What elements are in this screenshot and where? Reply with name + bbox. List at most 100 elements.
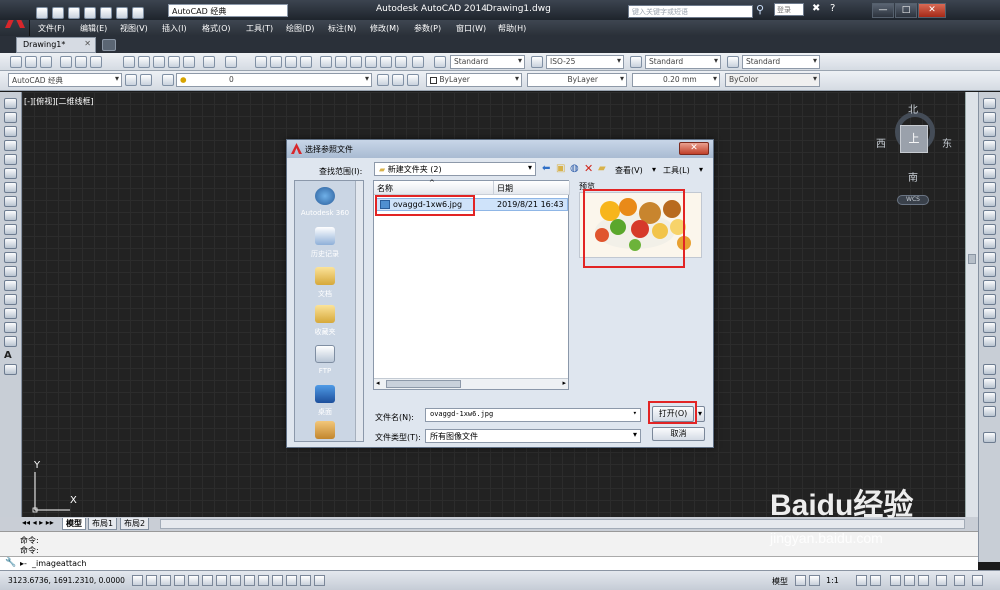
copy-object-icon[interactable]: [983, 112, 996, 123]
block-editor-icon[interactable]: [183, 56, 195, 68]
command-input[interactable]: _imageattach: [32, 559, 86, 568]
layer-properties-icon[interactable]: [140, 74, 152, 86]
close-button[interactable]: ✕: [918, 3, 946, 18]
infer-constraints-icon[interactable]: [132, 575, 143, 586]
coordinates-display[interactable]: 3123.6736, 1691.2310, 0.0000: [8, 576, 125, 585]
annotation-visibility-icon[interactable]: [856, 575, 867, 586]
redo-toolbar-icon[interactable]: [225, 56, 237, 68]
gradient-icon[interactable]: [4, 308, 17, 319]
lookin-select[interactable]: ▰ 新建文件夹 (2) ▾: [374, 162, 536, 176]
lineweight-select[interactable]: 0.20 mm: [632, 73, 720, 87]
minimize-button[interactable]: —: [872, 3, 894, 18]
workspace-select[interactable]: AutoCAD 经典: [8, 73, 122, 87]
plot-icon[interactable]: [60, 56, 72, 68]
tab-layout1[interactable]: 布局1: [88, 518, 118, 530]
new-folder-icon[interactable]: ▰: [598, 163, 606, 174]
plotstyle-select[interactable]: ByColor: [725, 73, 820, 87]
cancel-button[interactable]: 取消: [652, 427, 705, 441]
print-icon[interactable]: [100, 7, 112, 19]
compass-west[interactable]: 西: [876, 135, 886, 150]
dialog-title-bar[interactable]: 选择参照文件 ✕: [287, 140, 713, 158]
construction-line-icon[interactable]: [4, 112, 17, 123]
fillet-icon[interactable]: [983, 308, 996, 319]
ellipse-arc-icon[interactable]: [4, 238, 17, 249]
insert-block-icon[interactable]: [4, 252, 17, 263]
copy-icon[interactable]: [138, 56, 150, 68]
layer-state-icon[interactable]: [407, 74, 419, 86]
text-front-icon[interactable]: [983, 432, 996, 443]
dim-style-icon[interactable]: [531, 56, 543, 68]
plot-preview-icon[interactable]: [75, 56, 87, 68]
menu-parametric[interactable]: 参数(P): [414, 23, 441, 34]
dialog-close-button[interactable]: ✕: [679, 142, 709, 155]
circle-icon[interactable]: [4, 182, 17, 193]
places-scrollbar[interactable]: [355, 181, 363, 441]
isolate-objects-icon[interactable]: [936, 575, 947, 586]
polygon-icon[interactable]: [4, 140, 17, 151]
point-icon[interactable]: [4, 280, 17, 291]
color-select[interactable]: ByLayer: [426, 73, 522, 87]
tools-menu[interactable]: 工具(L): [663, 165, 690, 176]
scroll-right-icon[interactable]: ▸: [562, 379, 566, 387]
stretch-icon[interactable]: [983, 210, 996, 221]
viewcube-top-face[interactable]: 上: [900, 125, 928, 153]
vertical-scrollbar[interactable]: [965, 92, 978, 517]
transparency-icon[interactable]: [286, 575, 297, 586]
workspace-switching-icon[interactable]: [890, 575, 901, 586]
lineweight-icon[interactable]: [272, 575, 283, 586]
qnew-icon[interactable]: [10, 56, 22, 68]
arc-icon[interactable]: [4, 168, 17, 179]
hscroll-thumb[interactable]: [386, 380, 461, 388]
spline-icon[interactable]: [4, 210, 17, 221]
3d-osnap-icon[interactable]: [216, 575, 227, 586]
offset-icon[interactable]: [983, 140, 996, 151]
up-folder-icon[interactable]: ▣: [556, 163, 565, 174]
filetype-select[interactable]: 所有图像文件 ▾: [425, 429, 641, 443]
scroll-thumb[interactable]: [968, 254, 976, 264]
paste-icon[interactable]: [153, 56, 165, 68]
polyline-icon[interactable]: [4, 126, 17, 137]
file-list-hscrollbar[interactable]: ◂ ▸: [374, 378, 568, 389]
status-bar-menu-icon[interactable]: [954, 575, 965, 586]
tool-palettes-icon[interactable]: [350, 56, 362, 68]
draworder-back-icon[interactable]: [983, 378, 996, 389]
extend-icon[interactable]: [983, 238, 996, 249]
quick-view-layouts-icon[interactable]: [795, 575, 806, 586]
region-icon[interactable]: [4, 322, 17, 333]
hatch-icon[interactable]: [4, 294, 17, 305]
login-button[interactable]: 登录: [774, 3, 804, 16]
menu-edit[interactable]: 编辑(E): [80, 23, 107, 34]
table-style-icon[interactable]: [630, 56, 642, 68]
exchange-icon[interactable]: ✖: [812, 3, 820, 14]
saveas-icon[interactable]: [84, 7, 96, 19]
explode-icon[interactable]: [983, 336, 996, 347]
pan-icon[interactable]: [255, 56, 267, 68]
draworder-front-icon[interactable]: [983, 364, 996, 375]
text-style-select[interactable]: Standard: [450, 55, 525, 69]
help-icon[interactable]: ?: [830, 3, 835, 14]
ellipse-icon[interactable]: [4, 224, 17, 235]
dynamic-input-icon[interactable]: [258, 575, 269, 586]
scroll-left-icon[interactable]: ◂: [376, 379, 380, 387]
zoom-window-icon[interactable]: [285, 56, 297, 68]
cut-icon[interactable]: [123, 56, 135, 68]
search-web-icon[interactable]: ◍: [570, 163, 579, 174]
menu-window[interactable]: 窗口(W): [456, 23, 486, 34]
menu-draw[interactable]: 绘图(D): [286, 23, 314, 34]
menu-file[interactable]: 文件(F): [38, 23, 65, 34]
ortho-mode-icon[interactable]: [174, 575, 185, 586]
quick-properties-icon[interactable]: [300, 575, 311, 586]
zoom-realtime-icon[interactable]: [270, 56, 282, 68]
sheet-set-icon[interactable]: [365, 56, 377, 68]
tools-chevron-icon[interactable]: ▾: [699, 165, 703, 174]
menu-help[interactable]: 帮助(H): [498, 23, 526, 34]
table-style-select[interactable]: Standard: [645, 55, 721, 69]
publish-icon[interactable]: [90, 56, 102, 68]
design-center-icon[interactable]: [335, 56, 347, 68]
compass-north[interactable]: 北: [908, 101, 918, 116]
markup-icon[interactable]: [380, 56, 392, 68]
revcloud-icon[interactable]: [4, 196, 17, 207]
move-icon[interactable]: [983, 168, 996, 179]
layer-select[interactable]: ● 0: [176, 73, 372, 87]
add-selected-icon[interactable]: [4, 364, 17, 375]
